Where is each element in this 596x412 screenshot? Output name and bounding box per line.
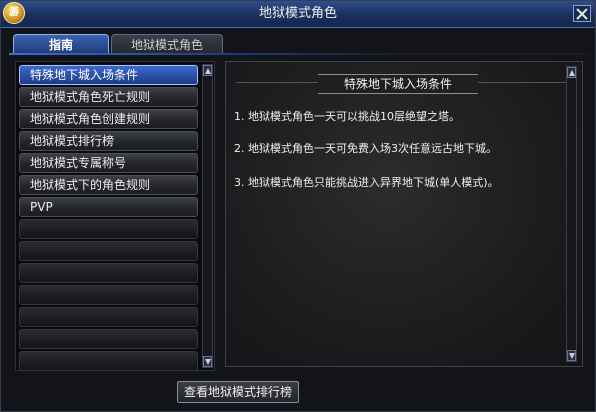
tab-guide[interactable]: 指南 — [13, 34, 109, 54]
view-ranking-button[interactable]: 查看地狱模式排行榜 — [177, 381, 299, 403]
content-scrollbar[interactable] — [566, 66, 577, 362]
content-scroll-down-button[interactable] — [567, 350, 576, 361]
content-paragraph-3: 3. 地狱模式角色只能挑战进入异界地下城(单人模式)。 — [234, 176, 499, 189]
scroll-down-button[interactable] — [203, 356, 212, 367]
topic-list-panel: 特殊地下城入场条件 地狱模式角色死亡规则 地狱模式角色创建规则 地狱模式排行榜 … — [15, 61, 215, 371]
topic-item-entry-conditions[interactable]: 特殊地下城入场条件 — [19, 65, 198, 85]
content-paragraph-1: 1. 地狱模式角色一天可以挑战10层绝望之塔。 — [234, 110, 460, 123]
close-icon — [576, 8, 588, 20]
title-bar[interactable]: 游 地狱模式角色 — [1, 1, 595, 28]
close-button[interactable] — [573, 5, 591, 22]
topic-item-ranking[interactable]: 地狱模式排行榜 — [19, 131, 198, 151]
content-scroll-up-button[interactable] — [567, 67, 576, 78]
list-item — [19, 329, 198, 349]
topic-item-character-rules[interactable]: 地狱模式下的角色规则 — [19, 175, 198, 195]
list-item — [19, 263, 198, 283]
window-title: 地狱模式角色 — [258, 6, 337, 21]
tab-underline — [9, 53, 589, 55]
list-item — [19, 307, 198, 327]
content-paragraph-2: 2. 地狱模式角色一天可免费入场3次任意远古地下城。 — [234, 142, 497, 155]
list-item — [19, 241, 198, 261]
tab-hell-mode-character[interactable]: 地狱模式角色 — [111, 34, 223, 54]
chevron-up-icon — [569, 70, 575, 76]
list-item — [19, 219, 198, 239]
scroll-up-button[interactable] — [203, 65, 212, 76]
topic-item-death-rules[interactable]: 地狱模式角色死亡规则 — [19, 87, 198, 107]
topic-list-scrollbar[interactable] — [202, 64, 213, 368]
list-item — [19, 285, 198, 305]
content-title: 特殊地下城入场条件 — [318, 74, 478, 94]
content-panel: 特殊地下城入场条件 1. 地狱模式角色一天可以挑战10层绝望之塔。 2. 地狱模… — [225, 61, 583, 367]
window: 游 地狱模式角色 指南 地狱模式角色 特殊地下城入场条件 地狱模式角色死亡规则 … — [0, 0, 596, 412]
list-item — [19, 351, 198, 371]
chevron-down-icon — [569, 353, 575, 359]
topic-item-pvp[interactable]: PVP — [19, 197, 198, 217]
chevron-down-icon — [205, 359, 211, 365]
topic-item-creation-rules[interactable]: 地狱模式角色创建规则 — [19, 109, 198, 129]
topic-item-titles[interactable]: 地狱模式专属称号 — [19, 153, 198, 173]
chevron-up-icon — [205, 68, 211, 74]
